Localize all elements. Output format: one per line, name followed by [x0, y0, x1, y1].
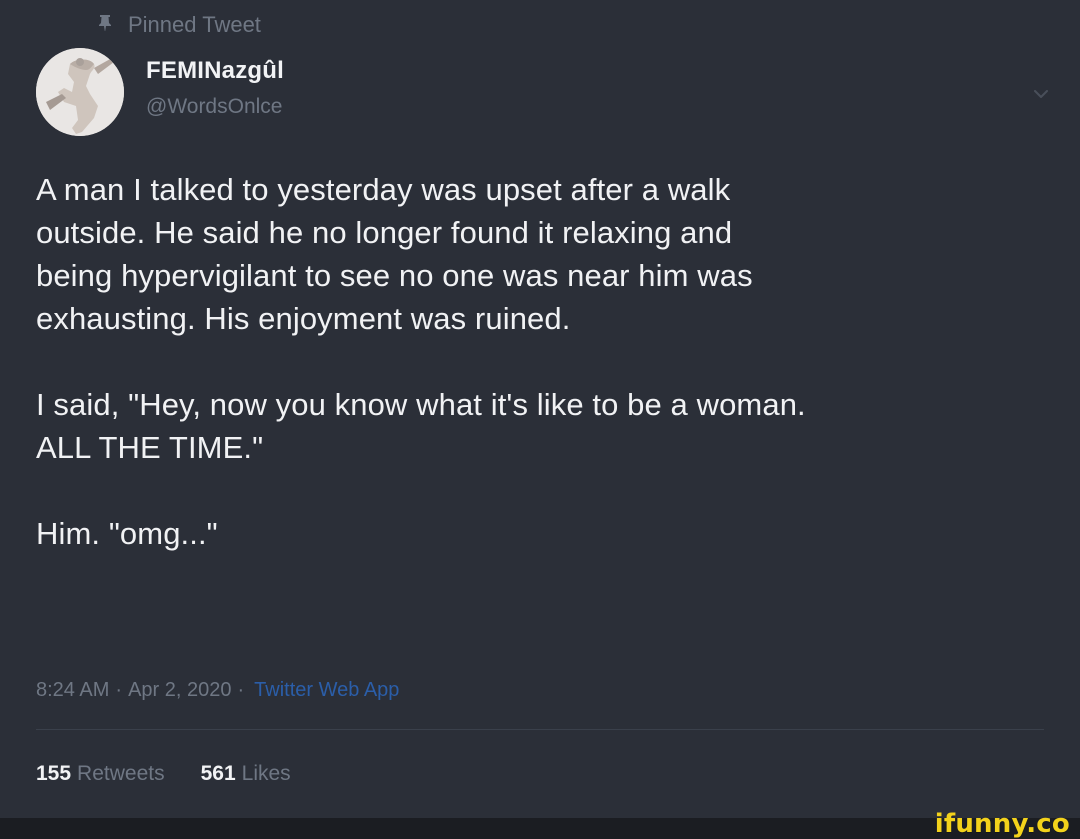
meta-separator: ·	[115, 678, 123, 701]
divider	[36, 729, 1044, 730]
pinned-label: Pinned Tweet	[128, 12, 261, 37]
tweet-time[interactable]: 8:24 AM	[36, 679, 109, 702]
pinned-indicator: Pinned Tweet	[98, 10, 261, 40]
engagement-stats: 155 Retweets 561 Likes	[36, 760, 291, 788]
tweet-source-link[interactable]: Twitter Web App	[254, 679, 399, 702]
retweets-label: Retweets	[77, 762, 165, 785]
watermark-logo: ifunny.co	[934, 809, 1070, 839]
handle[interactable]: @WordsOnlce	[146, 94, 284, 120]
chevron-down-icon[interactable]	[1032, 85, 1050, 103]
retweets-count: 155	[36, 762, 72, 785]
avatar[interactable]	[36, 48, 124, 136]
likes-count: 561	[200, 762, 236, 785]
retweets-stat[interactable]: 155 Retweets	[36, 762, 165, 786]
meta-separator: ·	[237, 678, 245, 701]
tweet-text: A man I talked to yesterday was upset af…	[36, 172, 806, 551]
tweet-date[interactable]: Apr 2, 2020	[128, 679, 231, 702]
pin-icon	[98, 14, 112, 32]
user-info: FEMINazgûl @WordsOnlce	[146, 56, 284, 120]
tweet-meta: 8:24 AM · Apr 2, 2020 · Twitter Web App	[36, 676, 399, 704]
display-name[interactable]: FEMINazgûl	[146, 56, 284, 86]
likes-label: Likes	[241, 762, 291, 785]
tweet-card: Pinned Tweet FEMINazgûl @WordsOnlce A ma…	[0, 0, 1080, 818]
likes-stat[interactable]: 561 Likes	[201, 762, 291, 786]
footer-strip	[0, 818, 1080, 839]
